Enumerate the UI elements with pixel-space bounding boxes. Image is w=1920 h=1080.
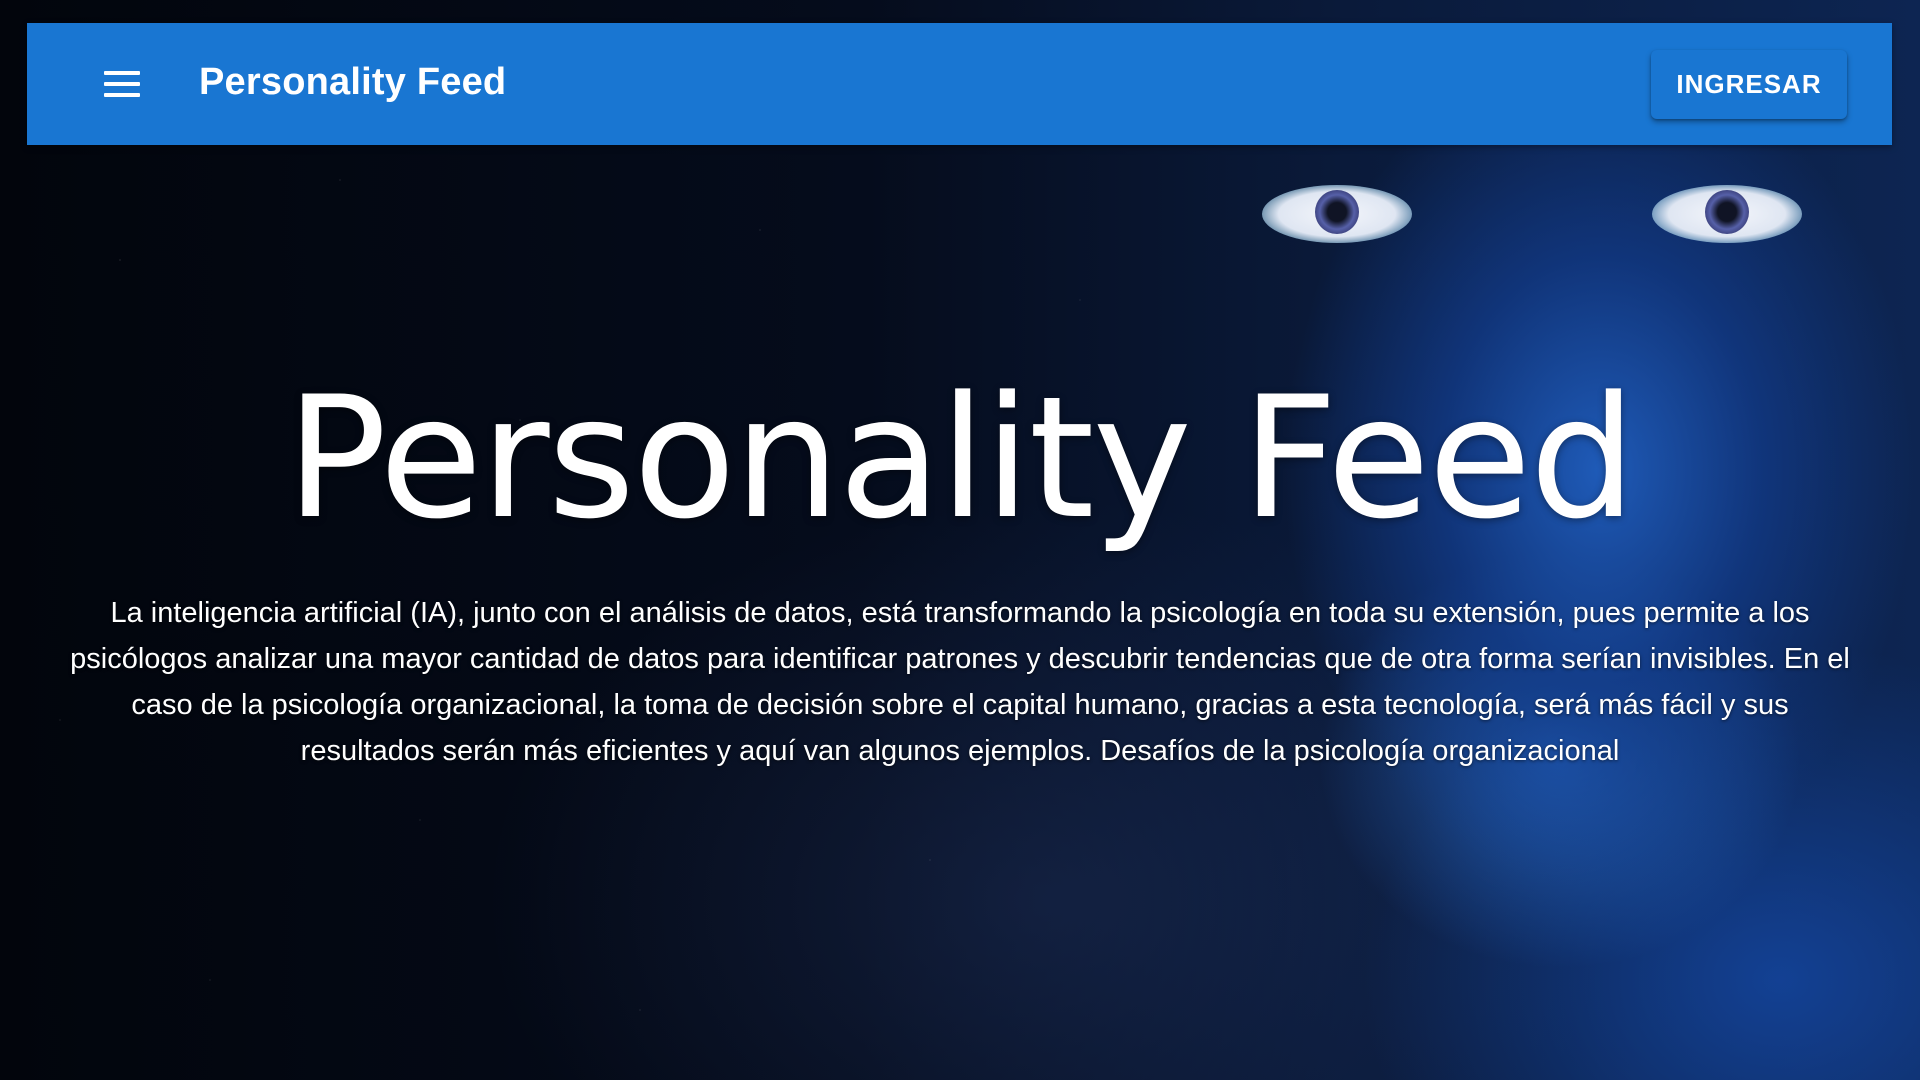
face-right-eye: [1652, 185, 1802, 243]
hero-description: La inteligencia artificial (IA), junto c…: [70, 597, 1850, 767]
app-title: Personality Feed: [199, 61, 507, 103]
hamburger-menu-icon: [104, 71, 140, 97]
menu-button[interactable]: [87, 60, 157, 108]
hero-title: Personality Feed: [285, 360, 1636, 556]
login-button[interactable]: INGRESAR: [1651, 50, 1847, 119]
face-left-eye: [1262, 185, 1412, 243]
app-bar: Personality Feed INGRESAR: [27, 23, 1892, 145]
